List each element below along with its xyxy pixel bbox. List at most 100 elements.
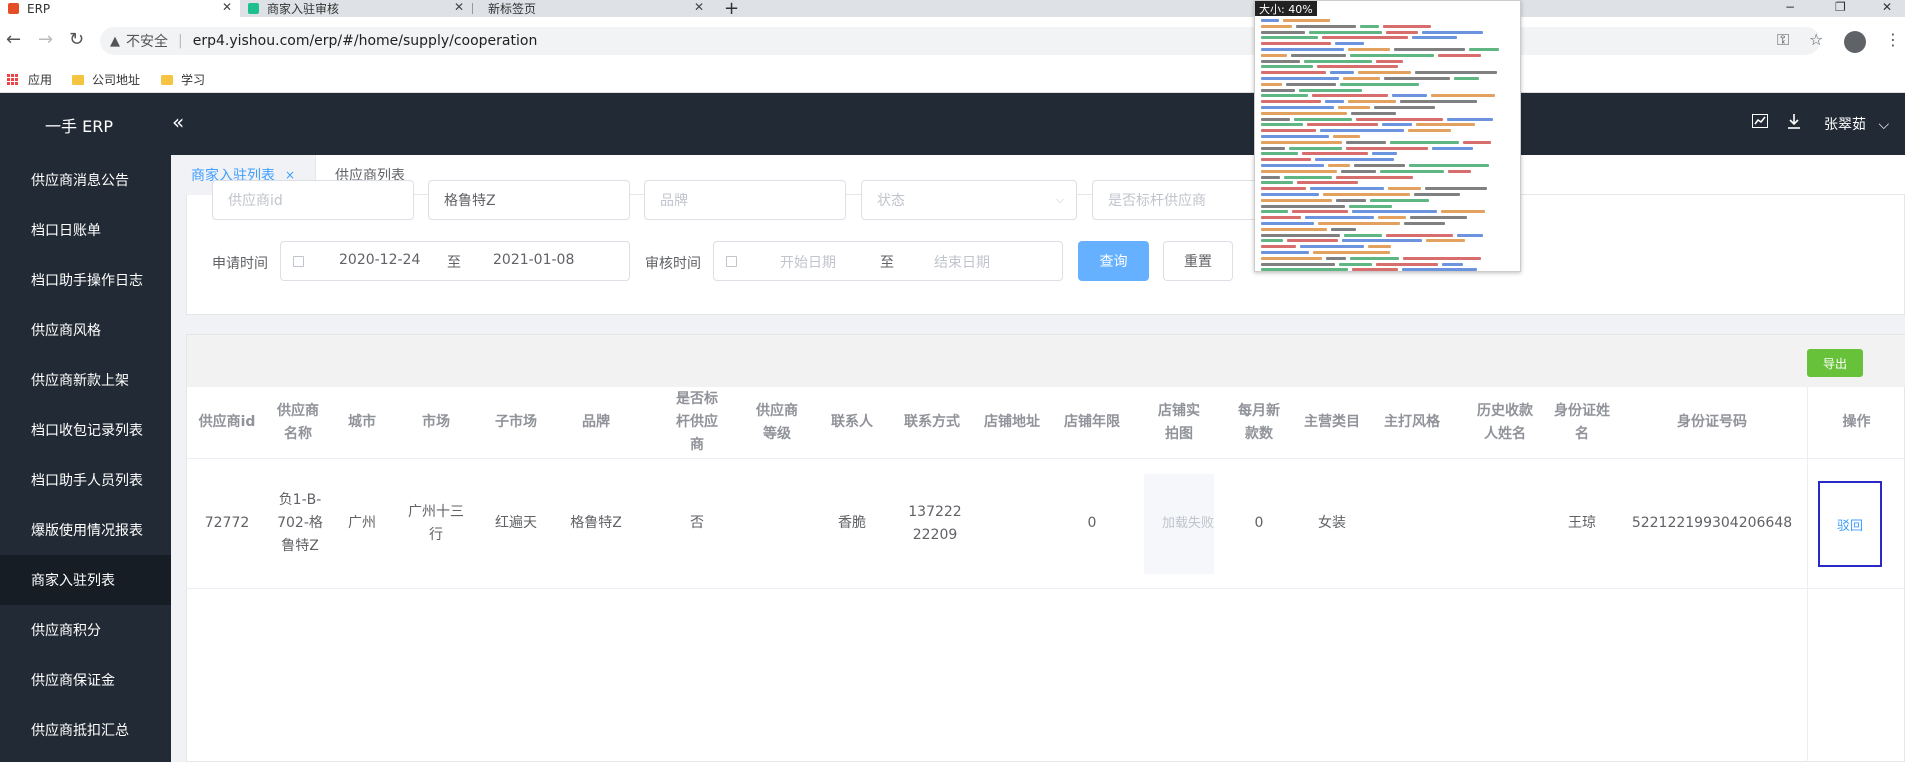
code-line-fragment xyxy=(1261,53,1287,57)
restore-icon[interactable]: ❐ xyxy=(1835,0,1846,14)
code-line-fragment xyxy=(1305,216,1374,220)
browser-tab-label: ERP xyxy=(27,1,51,16)
code-line-fragment xyxy=(1297,181,1358,185)
sidebar-item-stall-assistant-log[interactable]: 档口助手操作日志 xyxy=(0,255,171,305)
code-line-fragment xyxy=(1261,77,1339,80)
more-menu-icon[interactable]: ⋮ xyxy=(1885,30,1901,49)
back-icon[interactable]: ← xyxy=(6,29,21,50)
code-line-fragment xyxy=(1415,71,1497,75)
supplier-id-input[interactable]: 供应商id xyxy=(212,180,414,220)
reset-button[interactable]: 重置 xyxy=(1163,241,1233,281)
table-row[interactable]: 72772 负1-B-702-格鲁特Z 广州 广州十三行 红遍天 格鲁特Z 否 … xyxy=(187,459,1905,589)
sidebar-item-label: 爆版使用情况报表 xyxy=(31,523,143,539)
sidebar-item-label: 供应商新款上架 xyxy=(31,373,129,389)
minimize-icon[interactable]: − xyxy=(1785,0,1795,14)
code-line-fragment xyxy=(1328,164,1350,167)
bookmark-label: 公司地址 xyxy=(92,73,141,87)
code-line-fragment xyxy=(1448,169,1471,173)
code-line-fragment xyxy=(1426,239,1465,243)
audit-start-date[interactable]: 开始日期 xyxy=(780,252,836,272)
key-icon[interactable]: ⚿ xyxy=(1777,30,1789,50)
profile-avatar[interactable] xyxy=(1844,31,1866,53)
bookmark-company-address[interactable]: 公司地址 xyxy=(72,71,140,88)
code-line-fragment xyxy=(1261,59,1300,63)
bookmark-apps[interactable]: 应用 xyxy=(7,71,52,88)
audit-time-range[interactable]: 开始日期 至 结束日期 xyxy=(713,241,1063,281)
column-header: 主营类目 xyxy=(1304,414,1360,430)
export-button[interactable]: 导出 xyxy=(1807,349,1863,377)
code-line-fragment xyxy=(1287,239,1338,243)
browser-tab-erp[interactable]: ERP ✕ xyxy=(0,0,240,17)
sidebar-item-label: 供应商保证金 xyxy=(31,673,115,689)
sidebar-item-supplier-deposit[interactable]: 供应商保证金 xyxy=(0,655,171,705)
code-line-fragment xyxy=(1261,19,1279,22)
browser-tab-new[interactable]: 新标签页 ✕ xyxy=(480,0,712,17)
code-line-fragment xyxy=(1322,36,1408,40)
code-line-fragment xyxy=(1261,256,1322,260)
sidebar-item-label: 供应商风格 xyxy=(31,323,101,339)
sidebar-item-supplier-style[interactable]: 供应商风格 xyxy=(0,305,171,355)
collapse-sidebar-icon[interactable]: « xyxy=(172,110,184,134)
code-line-fragment xyxy=(1261,210,1288,214)
code-line-fragment xyxy=(1469,48,1499,51)
code-line-fragment xyxy=(1343,77,1380,80)
reload-icon[interactable]: ↻ xyxy=(69,29,84,50)
code-line-fragment xyxy=(1358,71,1411,75)
omnibox[interactable]: ▲ 不安全 | erp4.yishou.com/erp/#/home/suppl… xyxy=(100,27,1820,55)
sidebar-item-label: 商家入驻列表 xyxy=(31,573,115,589)
code-line-fragment xyxy=(1283,19,1330,22)
code-line-fragment xyxy=(1261,36,1318,40)
sidebar-item-hot-usage-report[interactable]: 爆版使用情况报表 xyxy=(0,505,171,555)
user-menu[interactable]: 张翠茹 ⌵ xyxy=(1824,114,1889,134)
store-photo-placeholder[interactable]: 加载失败 xyxy=(1144,473,1214,574)
code-line-fragment xyxy=(1394,48,1465,51)
chart-trend-icon[interactable] xyxy=(1752,113,1768,132)
sidebar-item-supplier-points[interactable]: 供应商积分 xyxy=(0,605,171,655)
code-line-fragment xyxy=(1346,140,1386,144)
code-line-fragment xyxy=(1333,135,1360,138)
code-line-fragment xyxy=(1341,169,1376,173)
cell-city: 广州 xyxy=(348,515,376,531)
audit-end-date[interactable]: 结束日期 xyxy=(934,252,990,272)
folder-icon xyxy=(72,74,84,85)
status-select[interactable]: 状态 ⌵ xyxy=(861,180,1077,220)
code-line-fragment xyxy=(1463,140,1491,144)
sidebar-item-supplier-deduction[interactable]: 供应商抵扣汇总 xyxy=(0,705,171,755)
bookmark-study[interactable]: 学习 xyxy=(161,71,205,88)
code-line-fragment xyxy=(1349,204,1392,208)
reject-button[interactable]: 驳回 xyxy=(1818,481,1882,567)
close-tab-icon[interactable]: ✕ xyxy=(222,0,232,14)
apply-end-date[interactable]: 2021-01-08 xyxy=(493,252,574,268)
code-line-fragment xyxy=(1261,100,1321,104)
brand-input[interactable]: 品牌 xyxy=(644,180,846,220)
code-line-fragment xyxy=(1416,123,1475,127)
code-line-fragment xyxy=(1323,193,1410,196)
cell-level xyxy=(737,459,817,588)
download-icon[interactable] xyxy=(1786,113,1802,133)
code-preview-overlay[interactable]: 大小: 40% xyxy=(1254,0,1521,272)
browser-tab-merchant-audit[interactable]: 商家入驻审核 ✕ xyxy=(240,0,472,17)
apply-time-range[interactable]: 2020-12-24 至 2021-01-08 xyxy=(280,241,630,281)
code-line-fragment xyxy=(1410,216,1467,220)
apply-start-date[interactable]: 2020-12-24 xyxy=(339,252,420,268)
sidebar-item-supplier-new-items[interactable]: 供应商新款上架 xyxy=(0,355,171,405)
sidebar-item-stall-assistant-staff[interactable]: 档口助手人员列表 xyxy=(0,455,171,505)
code-line-fragment xyxy=(1261,193,1319,196)
forward-icon[interactable]: → xyxy=(38,29,53,50)
query-button[interactable]: 查询 xyxy=(1078,241,1149,281)
code-line-fragment xyxy=(1261,227,1327,231)
close-tab-icon[interactable]: ✕ xyxy=(694,0,704,14)
close-window-icon[interactable]: ✕ xyxy=(1882,0,1892,14)
sidebar-item-merchant-onboarding[interactable]: 商家入驻列表 xyxy=(0,555,171,605)
cell-store-years: 0 xyxy=(1087,515,1097,531)
url-text[interactable]: erp4.yishou.com/erp/#/home/supply/cooper… xyxy=(193,33,538,49)
sidebar-item-supplier-notice[interactable]: 供应商消息公告 xyxy=(0,155,171,205)
code-line-fragment xyxy=(1307,123,1378,127)
sidebar-item-stall-package-records[interactable]: 档口收包记录列表 xyxy=(0,405,171,455)
close-tab-icon[interactable]: ✕ xyxy=(454,0,464,14)
sidebar-item-stall-daily-bill[interactable]: 档口日账单 xyxy=(0,205,171,255)
star-icon[interactable]: ☆ xyxy=(1809,30,1823,49)
brand-value-input[interactable]: 格鲁特Z xyxy=(428,180,630,220)
code-line-fragment xyxy=(1261,268,1348,271)
column-header: 主打风格 xyxy=(1384,414,1440,430)
